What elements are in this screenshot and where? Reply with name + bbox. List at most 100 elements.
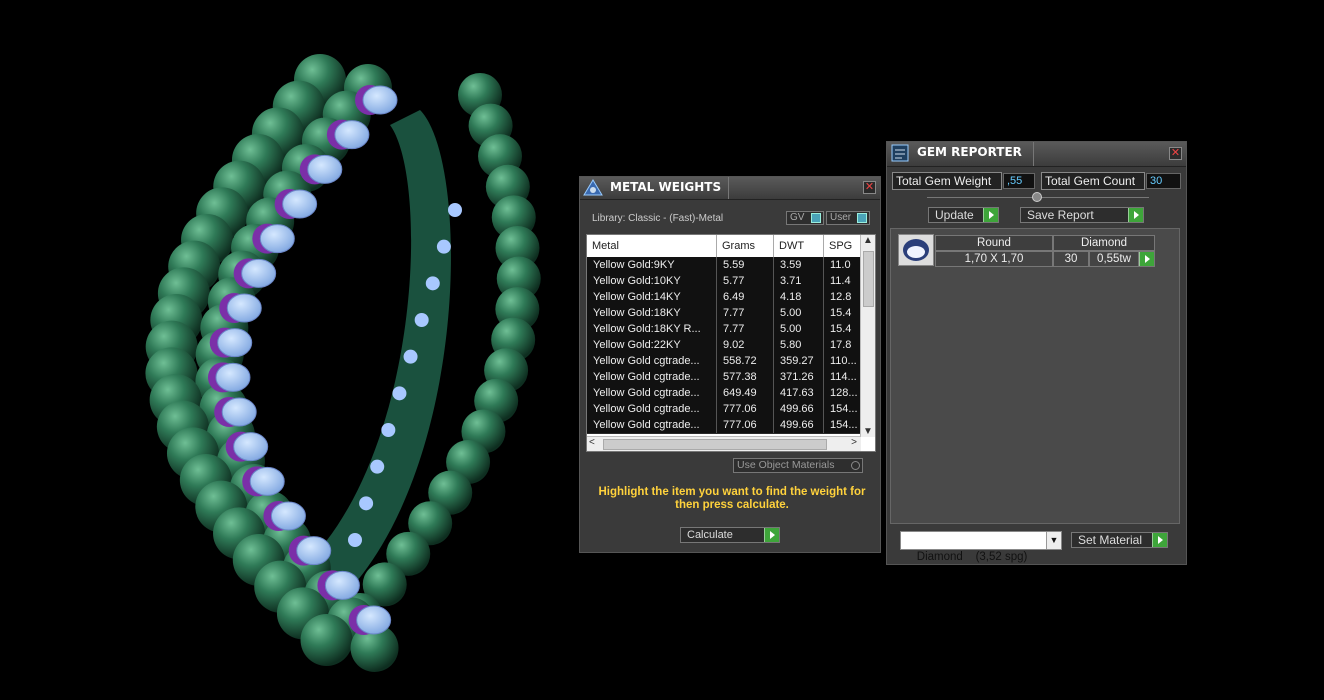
library-label: Library: Classic - (Fast)-Metal xyxy=(592,213,724,224)
table-cell: 128... xyxy=(824,385,864,401)
diamond xyxy=(356,605,392,635)
material-select[interactable]: Diamond (3,52 spg) ▼ xyxy=(900,531,1062,563)
3d-viewport[interactable] xyxy=(0,0,575,695)
table-cell: 11.0 xyxy=(824,257,864,273)
col-metal[interactable]: Metal xyxy=(587,235,717,257)
scroll-thumb[interactable] xyxy=(863,251,874,307)
table-cell: 499.66 xyxy=(774,401,824,417)
table-row[interactable]: Yellow Gold cgtrade... 558.72 359.27 110... xyxy=(587,353,864,370)
table-row[interactable]: Yellow Gold:22KY 9.02 5.80 17.8 xyxy=(587,337,864,354)
total-gem-weight-label: Total Gem Weight xyxy=(892,172,1002,190)
table-cell: 777.06 xyxy=(717,401,774,417)
total-gem-count-label: Total Gem Count xyxy=(1041,172,1145,190)
diamond xyxy=(448,203,462,217)
panel-title: METAL WEIGHTS xyxy=(610,180,722,194)
table-row[interactable]: Yellow Gold:18KY 7.77 5.00 15.4 xyxy=(587,305,864,322)
diamond xyxy=(392,386,407,401)
gem-reporter-titlebar[interactable]: GEM REPORTER ✕ xyxy=(887,142,1186,167)
scroll-up-icon[interactable]: ▲ xyxy=(861,235,875,246)
col-grams[interactable]: Grams xyxy=(717,235,774,257)
table-cell: Yellow Gold:18KY xyxy=(587,305,717,321)
table-cell: 3.59 xyxy=(774,257,824,273)
table-cell: 154... xyxy=(824,417,864,433)
table-cell: 649.49 xyxy=(717,385,774,401)
calculate-label: Calculate xyxy=(687,529,733,541)
table-row[interactable]: Yellow Gold cgtrade... 777.06 499.66 154... xyxy=(587,401,864,418)
close-button[interactable]: ✕ xyxy=(1169,147,1182,160)
table-cell: Yellow Gold cgtrade... xyxy=(587,353,717,369)
diamond xyxy=(270,501,306,531)
calculate-button[interactable]: Calculate xyxy=(680,527,780,543)
play-icon xyxy=(764,528,779,542)
vertical-scrollbar[interactable]: ▲ ▼ xyxy=(860,235,875,437)
table-row[interactable]: Yellow Gold cgtrade... 577.38 371.26 114... xyxy=(587,369,864,386)
update-button[interactable]: Update xyxy=(928,207,999,223)
table-row[interactable]: Yellow Gold cgtrade... 649.49 417.63 128... xyxy=(587,385,864,402)
horizontal-scrollbar[interactable]: < > xyxy=(587,436,861,451)
user-toggle[interactable]: User xyxy=(826,211,870,225)
save-report-label: Save Report xyxy=(1027,208,1094,222)
diamond xyxy=(414,313,429,327)
table-cell: 558.72 xyxy=(717,353,774,369)
table-row[interactable]: Yellow Gold:10KY 5.77 3.71 11.4 xyxy=(587,273,864,290)
set-material-button[interactable]: Set Material xyxy=(1071,532,1168,548)
gem-material: Diamond xyxy=(1053,235,1155,251)
scroll-right-icon[interactable]: > xyxy=(851,437,857,448)
use-object-materials-checkbox[interactable]: Use Object Materials xyxy=(733,458,863,473)
table-cell: 154... xyxy=(824,401,864,417)
scroll-thumb[interactable] xyxy=(603,439,827,450)
table-cell: Yellow Gold:22KY xyxy=(587,337,717,353)
scroll-left-icon[interactable]: < xyxy=(589,437,595,448)
report-icon xyxy=(891,144,909,162)
col-spg[interactable]: SPG xyxy=(824,235,864,257)
user-toggle-label: User xyxy=(830,212,852,223)
table-cell: 7.77 xyxy=(717,305,774,321)
table-row[interactable]: Yellow Gold:9KY 5.59 3.59 11.0 xyxy=(587,257,864,274)
table-cell: 777.06 xyxy=(717,417,774,433)
diamond xyxy=(249,466,285,496)
table-cell: Yellow Gold:10KY xyxy=(587,273,717,289)
table-cell: 15.4 xyxy=(824,305,864,321)
diamond xyxy=(217,328,253,358)
table-cell: 11.4 xyxy=(824,273,864,289)
total-gem-weight-value: ,55 xyxy=(1003,173,1035,189)
metal-table[interactable]: Metal Grams DWT SPG Yellow Gold:9KY 5.59 3… xyxy=(586,234,876,452)
panel-title: GEM REPORTER xyxy=(917,145,1022,159)
table-header: Metal Grams DWT SPG xyxy=(587,235,861,257)
chevron-down-icon[interactable]: ▼ xyxy=(1046,532,1061,549)
save-report-button[interactable]: Save Report xyxy=(1020,207,1144,223)
play-icon xyxy=(1128,208,1143,222)
table-cell: 577.38 xyxy=(717,369,774,385)
table-cell: 417.63 xyxy=(774,385,824,401)
diamond xyxy=(241,258,277,288)
diamond xyxy=(221,397,257,427)
table-row[interactable]: Yellow Gold:14KY 6.49 4.18 12.8 xyxy=(587,289,864,306)
table-cell: 5.80 xyxy=(774,337,824,353)
collapse-handle-icon[interactable] xyxy=(1032,192,1042,202)
diamond xyxy=(307,154,343,184)
diamond xyxy=(324,570,360,600)
gem-thumbnail[interactable] xyxy=(898,234,934,266)
toggle-indicator xyxy=(811,213,821,223)
table-cell: 5.77 xyxy=(717,273,774,289)
table-cell: 17.8 xyxy=(824,337,864,353)
table-row[interactable]: Yellow Gold cgtrade... 777.06 499.66 154... xyxy=(587,417,864,434)
table-cell: 114... xyxy=(824,369,864,385)
diamond xyxy=(436,239,451,254)
table-row[interactable]: Yellow Gold:18KY R... 7.77 5.00 15.4 xyxy=(587,321,864,338)
metal-weights-titlebar[interactable]: METAL WEIGHTS ✕ xyxy=(580,177,880,200)
close-button[interactable]: ✕ xyxy=(863,181,876,194)
scroll-down-icon[interactable]: ▼ xyxy=(861,426,875,437)
checkbox-icon xyxy=(851,461,860,470)
round-diamond-icon xyxy=(903,239,929,261)
table-cell: Yellow Gold cgtrade... xyxy=(587,417,717,433)
table-cell: 5.59 xyxy=(717,257,774,273)
table-cell: 499.66 xyxy=(774,417,824,433)
gem-select-button[interactable] xyxy=(1139,251,1155,267)
gv-toggle[interactable]: GV xyxy=(786,211,824,225)
gem-list-area[interactable]: Round Diamond 1,70 X 1,70 30 0,55tw xyxy=(890,228,1180,524)
col-dwt[interactable]: DWT xyxy=(774,235,824,257)
table-cell: Yellow Gold cgtrade... xyxy=(587,369,717,385)
gem-count: 30 xyxy=(1053,251,1089,267)
gem-size: 1,70 X 1,70 xyxy=(935,251,1053,267)
